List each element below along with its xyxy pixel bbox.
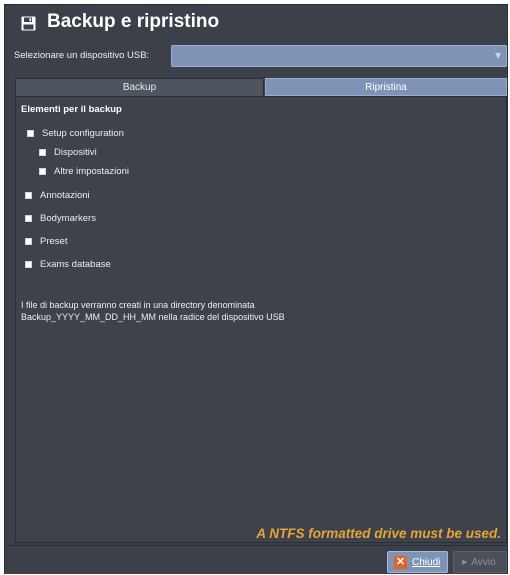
checkbox[interactable] <box>25 237 32 245</box>
checkbox[interactable] <box>25 260 32 268</box>
usb-device-select[interactable]: ▼ <box>171 45 507 67</box>
info-line: Backup_YYYY_MM_DD_HH_MM nella radice del… <box>21 312 285 322</box>
option-label: Annotazioni <box>40 189 90 201</box>
backup-info-text: I file di backup verranno creati in una … <box>21 299 491 323</box>
option-dispositivi[interactable]: Dispositivi <box>39 145 97 159</box>
tab-backup[interactable]: Backup <box>15 78 264 96</box>
checkbox[interactable] <box>25 214 32 222</box>
option-exams-database[interactable]: Exams database <box>25 257 111 271</box>
tab-bar: Backup Ripristina <box>15 78 507 96</box>
option-label: Exams database <box>40 258 111 270</box>
close-button[interactable]: ✕ Chiudi <box>387 551 448 573</box>
floppy-disk-icon <box>21 16 36 31</box>
tab-ripristina[interactable]: Ripristina <box>265 78 507 96</box>
option-annotazioni[interactable]: Annotazioni <box>25 188 90 202</box>
option-label: Bodymarkers <box>40 212 96 224</box>
start-button-label: Avvio <box>471 556 496 568</box>
backup-panel: Elementi per il backup Setup configurati… <box>15 96 507 543</box>
close-x-icon: ✕ <box>394 555 407 569</box>
close-button-label: Chiudi <box>412 556 441 568</box>
play-icon: ▶ <box>462 559 468 566</box>
section-title: Elementi per il backup <box>21 104 122 115</box>
usb-device-label: Selezionare un dispositivo USB: <box>14 50 150 61</box>
option-setup-configuration[interactable]: Setup configuration <box>27 126 124 140</box>
option-label: Altre impostazioni <box>54 165 129 177</box>
checkbox[interactable] <box>39 167 46 175</box>
info-line: I file di backup verranno creati in una … <box>21 300 255 310</box>
checkbox[interactable] <box>25 191 32 199</box>
option-bodymarkers[interactable]: Bodymarkers <box>25 211 96 225</box>
option-altre-impostazioni[interactable]: Altre impostazioni <box>39 164 129 178</box>
checkbox[interactable] <box>39 148 46 156</box>
ntfs-warning: A NTFS formatted drive must be used. <box>256 526 501 541</box>
window-title: Backup e ripristino <box>47 11 220 32</box>
option-label: Dispositivi <box>54 146 97 158</box>
bottom-bar: ✕ Chiudi ▶ Avvio <box>5 545 507 574</box>
usb-device-row: Selezionare un dispositivo USB: ▼ <box>5 45 507 69</box>
start-button[interactable]: ▶ Avvio <box>453 551 507 573</box>
title-bar: Backup e ripristino <box>5 5 507 41</box>
option-preset[interactable]: Preset <box>25 234 67 248</box>
option-label: Preset <box>40 235 68 247</box>
chevron-down-icon: ▼ <box>495 51 502 60</box>
option-label: Setup configuration <box>42 127 124 139</box>
backup-restore-window: Backup e ripristino Selezionare un dispo… <box>4 4 508 574</box>
checkbox[interactable] <box>27 129 34 137</box>
